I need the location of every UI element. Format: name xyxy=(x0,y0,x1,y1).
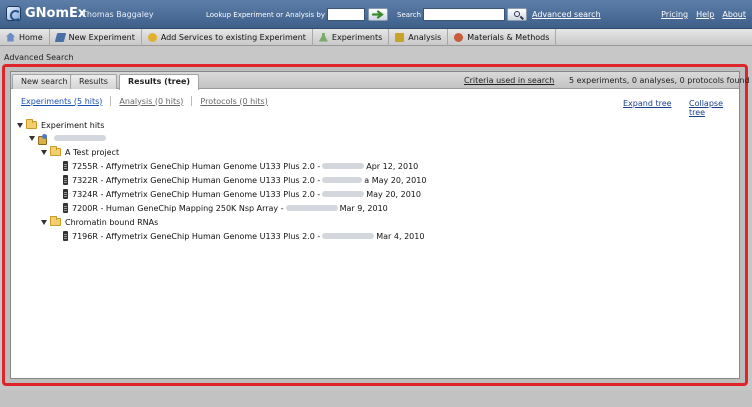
redacted-name xyxy=(322,177,363,183)
tree-project-label: A Test project xyxy=(65,147,120,157)
tab-results[interactable]: Results xyxy=(70,74,117,89)
experiments-hits-link[interactable]: Experiments (5 hits) xyxy=(21,97,102,106)
tree-experiment[interactable]: 7196R - Affymetrix GeneChip Human Genome… xyxy=(63,230,424,242)
nav-analysis[interactable]: Analysis xyxy=(389,28,449,46)
home-icon xyxy=(6,32,15,42)
hit-type-links: Experiments (5 hits) Analysis (0 hits) P… xyxy=(21,96,268,106)
tree-experiment[interactable]: 7200R - Human GeneChip Mapping 250K Nsp … xyxy=(63,202,388,214)
redacted-name xyxy=(322,233,375,239)
nav-home[interactable]: Home xyxy=(0,28,50,46)
tab-results-tree[interactable]: Results (tree) xyxy=(119,74,200,90)
experiment-label: 7200R - Human GeneChip Mapping 250K Nsp … xyxy=(72,203,284,213)
protocols-hits-link[interactable]: Protocols (0 hits) xyxy=(200,97,267,106)
expand-toggle-icon[interactable] xyxy=(17,122,23,128)
tree-project[interactable]: Chromatin bound RNAs xyxy=(41,216,158,228)
add-services-icon xyxy=(147,32,157,42)
redacted-name xyxy=(322,163,365,169)
tree-experiment[interactable]: 7255R - Affymetrix GeneChip Human Genome… xyxy=(63,160,418,172)
tab-new-search[interactable]: New search xyxy=(12,74,77,89)
gnomex-logo-icon xyxy=(6,6,21,21)
nav-experiments-label: Experiments xyxy=(331,32,383,42)
new-experiment-icon xyxy=(54,32,66,42)
collapse-tree-link[interactable]: Collapse tree xyxy=(689,99,739,117)
tree-experiment[interactable]: 7322R - Affymetrix GeneChip Human Genome… xyxy=(63,174,426,186)
help-link[interactable]: Help xyxy=(696,10,714,19)
lookup-input[interactable] xyxy=(327,8,365,21)
expand-toggle-icon[interactable] xyxy=(41,219,47,225)
experiment-date: a May 20, 2010 xyxy=(364,175,427,185)
main-nav: Home New Experiment Add Services to exis… xyxy=(0,28,752,46)
folder-icon xyxy=(50,216,61,226)
divider xyxy=(110,96,112,106)
lookup-label: Lookup Experiment or Analysis by # xyxy=(206,11,334,19)
analysis-icon xyxy=(395,32,405,42)
tree-root[interactable]: Experiment hits xyxy=(17,119,104,131)
expand-toggle-icon[interactable] xyxy=(41,149,47,155)
results-summary: 5 experiments, 0 analyses, 0 protocols f… xyxy=(569,76,750,85)
chip-icon xyxy=(63,175,68,185)
nav-materials-methods[interactable]: Materials & Methods xyxy=(448,28,557,46)
bottom-strip xyxy=(0,390,752,407)
tree-root-label: Experiment hits xyxy=(41,120,105,130)
search-icon xyxy=(514,11,520,17)
redacted-lab-name xyxy=(54,135,106,141)
experiment-label: 7255R - Affymetrix GeneChip Human Genome… xyxy=(72,161,321,171)
advanced-search-link[interactable]: Advanced search xyxy=(532,10,601,19)
chip-icon xyxy=(63,161,68,171)
folder-icon xyxy=(50,146,61,156)
redacted-name xyxy=(285,205,338,211)
results-tabs: New search Results Results (tree) Criter… xyxy=(11,72,750,90)
search-button[interactable] xyxy=(507,8,527,21)
lookup-go-button[interactable] xyxy=(368,8,388,21)
arrow-right-icon xyxy=(371,10,384,19)
experiment-label: 7322R - Affymetrix GeneChip Human Genome… xyxy=(72,175,321,185)
experiment-date: May 20, 2010 xyxy=(366,189,421,199)
experiment-date: Mar 9, 2010 xyxy=(339,203,388,213)
expand-tree-link[interactable]: Expand tree xyxy=(623,99,672,108)
about-link[interactable]: About xyxy=(722,10,746,19)
chip-icon xyxy=(63,189,68,199)
results-highlight-frame: New search Results Results (tree) Criter… xyxy=(2,64,750,386)
nav-experiments[interactable]: Experiments xyxy=(313,28,390,46)
divider xyxy=(191,96,193,106)
folder-icon xyxy=(26,119,37,129)
nav-analysis-label: Analysis xyxy=(408,32,442,42)
tree-experiment[interactable]: 7324R - Affymetrix GeneChip Human Genome… xyxy=(63,188,421,200)
tree-lab[interactable] xyxy=(29,132,108,145)
top-header: GNomEx Thomas Baggaley Lookup Experiment… xyxy=(0,0,752,29)
materials-icon xyxy=(454,32,464,42)
search-label: Search xyxy=(397,11,422,19)
chip-icon xyxy=(63,231,68,241)
app-name: GNomEx xyxy=(25,6,87,21)
analysis-hits-link[interactable]: Analysis (0 hits) xyxy=(119,97,183,106)
experiment-date: Mar 4, 2010 xyxy=(376,231,425,241)
nav-add-services-label: Add Services to existing Experiment xyxy=(160,32,306,42)
header-links: Pricing Help About xyxy=(661,10,746,19)
flask-icon xyxy=(318,32,328,42)
experiment-label: 7196R - Affymetrix GeneChip Human Genome… xyxy=(72,231,321,241)
chip-icon xyxy=(63,203,68,213)
redacted-name xyxy=(322,191,365,197)
results-panel: New search Results Results (tree) Criter… xyxy=(10,71,750,379)
search-input[interactable] xyxy=(423,8,505,21)
nav-new-experiment[interactable]: New Experiment xyxy=(50,28,142,46)
page-title: Advanced Search xyxy=(4,53,74,62)
lab-group-icon xyxy=(38,133,48,145)
pricing-link[interactable]: Pricing xyxy=(661,10,688,19)
nav-add-services[interactable]: Add Services to existing Experiment xyxy=(142,28,313,46)
nav-home-label: Home xyxy=(19,32,43,42)
tree-project[interactable]: A Test project xyxy=(41,146,119,158)
experiment-date: Apr 12, 2010 xyxy=(366,161,419,171)
tree-project-label: Chromatin bound RNAs xyxy=(65,217,159,227)
nav-new-experiment-label: New Experiment xyxy=(68,32,135,42)
experiment-label: 7324R - Affymetrix GeneChip Human Genome… xyxy=(72,189,321,199)
criteria-link[interactable]: Criteria used in search xyxy=(464,76,554,85)
expand-toggle-icon[interactable] xyxy=(29,135,35,141)
nav-materials-methods-label: Materials & Methods xyxy=(467,32,550,42)
user-name: Thomas Baggaley xyxy=(82,10,154,19)
